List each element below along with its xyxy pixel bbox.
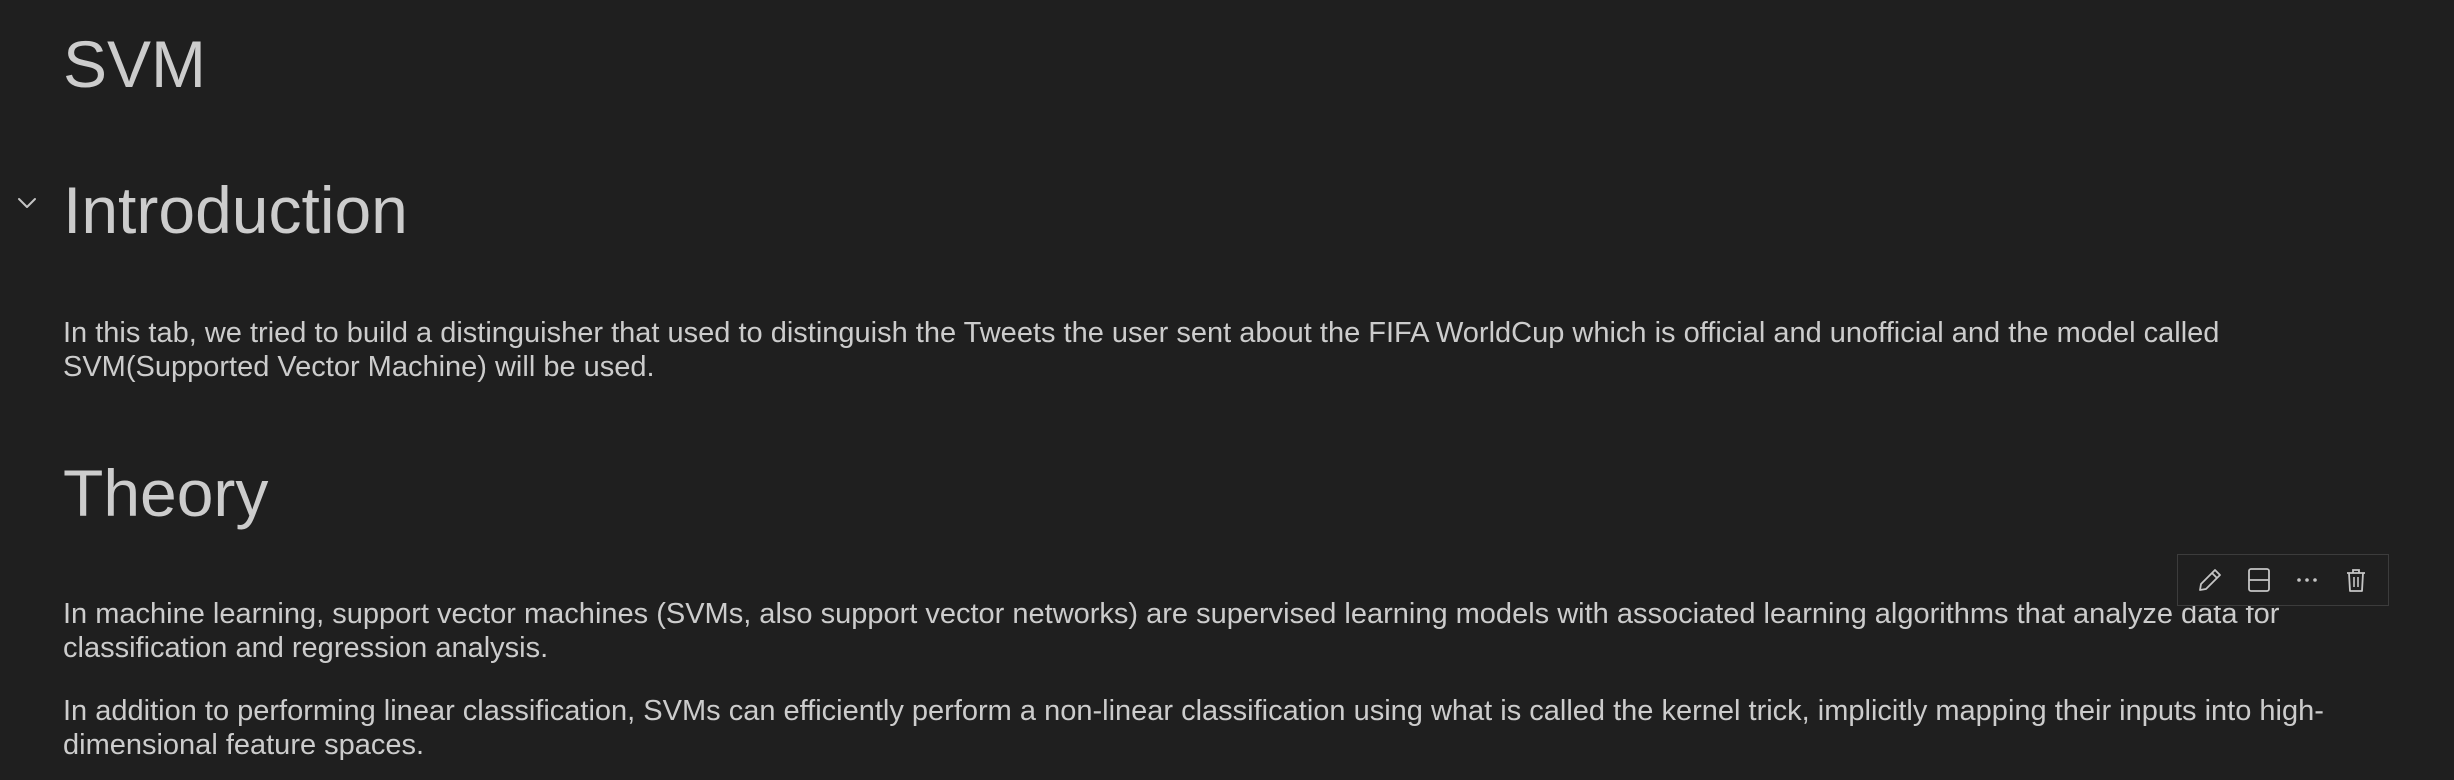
more-icon xyxy=(2292,565,2322,595)
theory-paragraph-2: In addition to performing linear classif… xyxy=(63,695,2324,761)
notebook-title: SVM xyxy=(63,27,207,101)
collapse-chevron-icon[interactable] xyxy=(14,190,40,216)
delete-cell-button[interactable] xyxy=(2338,562,2374,598)
cell-toolbar xyxy=(2177,554,2389,606)
more-actions-button[interactable] xyxy=(2289,562,2325,598)
section-heading-theory: Theory xyxy=(63,456,269,530)
pencil-icon xyxy=(2195,565,2225,595)
split-cell-icon xyxy=(2244,565,2274,595)
trash-icon xyxy=(2341,565,2371,595)
split-cell-button[interactable] xyxy=(2241,562,2277,598)
edit-cell-button[interactable] xyxy=(2192,562,2228,598)
section-heading-introduction: Introduction xyxy=(63,173,408,247)
introduction-paragraph: In this tab, we tried to build a disting… xyxy=(63,317,2220,383)
theory-paragraph-1: In machine learning, support vector mach… xyxy=(63,598,2280,664)
